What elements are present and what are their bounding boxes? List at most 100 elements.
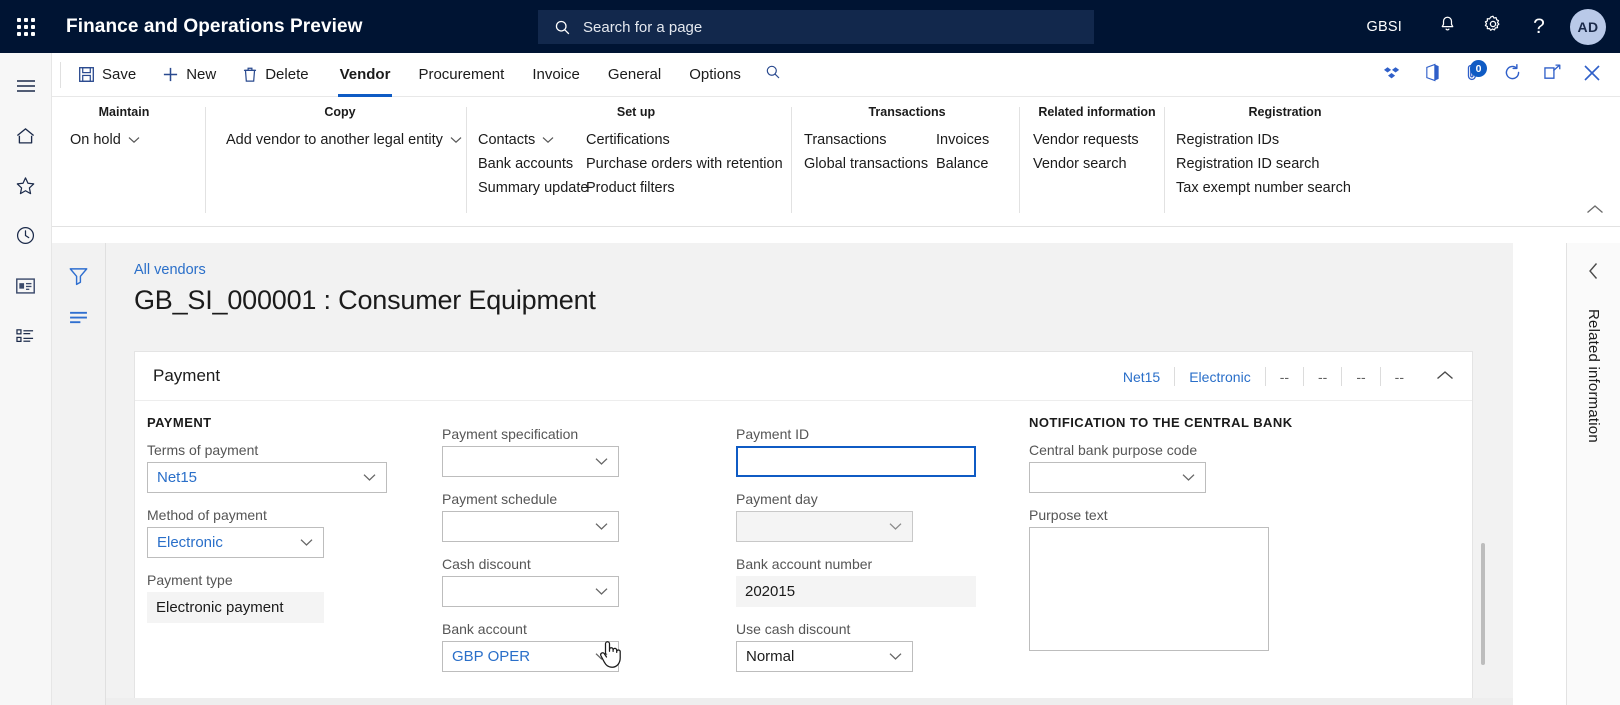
chevron-down-icon[interactable] [591, 512, 611, 541]
open-in-new-window-button[interactable] [1532, 53, 1572, 97]
field-bank-account-number-label: Bank account number [736, 556, 873, 572]
notification-group-header: NOTIFICATION TO THE CENTRAL BANK [1029, 415, 1293, 430]
filter-rail [52, 243, 106, 705]
ribbon-item-transactions[interactable]: Transactions [798, 128, 930, 152]
payment-fasttab-header[interactable]: Payment Net15 Electronic -- -- -- -- [135, 352, 1472, 401]
search-input[interactable] [583, 18, 1043, 36]
payment-specification-combobox[interactable] [442, 446, 619, 477]
use-cash-discount-combobox[interactable]: Normal [736, 641, 913, 672]
ribbon-item-tax-exempt-number-search[interactable]: Tax exempt number search [1170, 176, 1361, 200]
sidebar-item-recent[interactable] [0, 213, 52, 263]
ribbon-item-balance[interactable]: Balance [930, 152, 999, 176]
help-button[interactable]: ? [1516, 0, 1562, 53]
search-icon [765, 64, 781, 85]
star-icon [15, 176, 36, 201]
chevron-down-icon[interactable] [591, 447, 611, 476]
ribbon-item-vendor-search[interactable]: Vendor search [1027, 152, 1149, 176]
ribbon-collapse-button[interactable] [1578, 198, 1612, 224]
chevron-down-icon[interactable] [591, 642, 611, 671]
global-search-box[interactable] [538, 10, 1094, 44]
content-vertical-scrollbar[interactable] [1481, 543, 1485, 665]
save-disk-icon [78, 66, 95, 83]
purpose-text-textarea[interactable] [1029, 527, 1269, 651]
avatar[interactable]: AD [1570, 8, 1606, 45]
tab-vendor[interactable]: Vendor [326, 53, 405, 97]
bank-account-combobox[interactable]: GBP OPER [442, 641, 619, 672]
tab-general[interactable]: General [594, 53, 675, 97]
power-apps-button[interactable] [1372, 53, 1412, 97]
gear-icon [1483, 14, 1503, 39]
office-app-button[interactable] [1412, 53, 1452, 97]
filter-list-button[interactable] [56, 299, 102, 341]
ribbon-item-vendor-requests[interactable]: Vendor requests [1027, 128, 1149, 152]
field-cash-discount-label: Cash discount [442, 556, 531, 572]
sidebar-item-favorites[interactable] [0, 163, 52, 213]
payment-id-input[interactable] [736, 446, 976, 477]
close-button[interactable] [1572, 53, 1612, 97]
chevron-down-icon[interactable] [359, 463, 379, 492]
ribbon-divider [466, 107, 467, 213]
new-button[interactable]: New [149, 53, 229, 97]
cash-discount-combobox[interactable] [442, 576, 619, 607]
chevron-down-icon[interactable] [885, 512, 905, 541]
sidebar-item-workspaces[interactable] [0, 263, 52, 313]
ribbon-item-certifications[interactable]: Certifications [580, 128, 793, 152]
method-of-payment-combobox[interactable]: Electronic [147, 527, 324, 558]
delete-button[interactable]: Delete [229, 53, 321, 97]
sidebar-item-home[interactable] [0, 113, 52, 163]
chevron-down-icon[interactable] [296, 528, 316, 557]
payment-type-value: Electronic payment [156, 599, 284, 616]
ribbon-item-registration-id-search-label: Registration ID search [1176, 156, 1320, 172]
ribbon-item-purchase-orders-with-retention[interactable]: Purchase orders with retention [580, 152, 793, 176]
related-information-expand-button[interactable] [1579, 259, 1609, 287]
ribbon-divider [205, 107, 206, 213]
ribbon-item-invoices[interactable]: Invoices [930, 128, 999, 152]
chevron-down-icon[interactable] [885, 642, 905, 671]
ribbon-item-global-transactions[interactable]: Global transactions [798, 152, 930, 176]
tab-procurement[interactable]: Procurement [404, 53, 518, 97]
hamburger-menu-button[interactable] [0, 63, 52, 113]
central-bank-purpose-code-combobox[interactable] [1029, 462, 1206, 493]
ribbon-item-contacts[interactable]: Contacts [472, 128, 580, 152]
sidebar-item-modules[interactable] [0, 313, 52, 363]
ribbon-item-invoices-label: Invoices [936, 132, 990, 148]
command-search-button[interactable] [755, 53, 791, 97]
summary-method-of-payment[interactable]: Electronic [1175, 369, 1264, 385]
ribbon-item-product-filters[interactable]: Product filters [580, 176, 793, 200]
payment-day-combobox[interactable] [736, 511, 913, 542]
refresh-button[interactable] [1492, 53, 1532, 97]
chevron-down-icon[interactable] [591, 577, 611, 606]
ribbon-item-on-hold[interactable]: On hold [64, 128, 150, 152]
app-launcher-button[interactable] [0, 0, 52, 53]
summary-terms-of-payment[interactable]: Net15 [1109, 369, 1174, 385]
chevron-down-icon[interactable] [1178, 463, 1198, 492]
payment-schedule-combobox[interactable] [442, 511, 619, 542]
command-bar-right-group: 0 [1372, 53, 1620, 97]
ribbon-item-product-filters-label: Product filters [586, 180, 675, 196]
notifications-button[interactable] [1424, 0, 1470, 53]
filter-button[interactable] [56, 257, 102, 299]
ribbon-group-maintain: Maintain On hold [64, 105, 184, 215]
field-purpose-text: Purpose text [1029, 507, 1289, 651]
field-payment-specification: Payment specification [442, 426, 642, 477]
ribbon-item-registration-id-search[interactable]: Registration ID search [1170, 152, 1361, 176]
content-horizontal-scrollbar[interactable] [106, 698, 1513, 705]
company-selector[interactable]: GBSI [1367, 19, 1402, 35]
settings-button[interactable] [1470, 0, 1516, 53]
field-use-cash-discount: Use cash discount Normal [736, 621, 986, 672]
breadcrumb[interactable]: All vendors [134, 262, 206, 278]
tab-invoice[interactable]: Invoice [518, 53, 594, 97]
terms-of-payment-combobox[interactable]: Net15 [147, 462, 387, 493]
tab-invoice-label: Invoice [532, 66, 580, 83]
ribbon-item-bank-accounts[interactable]: Bank accounts [472, 152, 580, 176]
related-information-label[interactable]: Related information [1585, 309, 1602, 443]
ribbon-group-transactions: Transactions Transactions Global transac… [798, 105, 1016, 215]
save-button[interactable]: Save [65, 53, 149, 97]
payment-fasttab-collapse-button[interactable] [1430, 363, 1460, 391]
ribbon-item-add-vendor-to-another-legal-entity[interactable]: Add vendor to another legal entity [220, 128, 472, 152]
attachments-button[interactable]: 0 [1452, 53, 1492, 97]
ribbon-item-registration-ids[interactable]: Registration IDs [1170, 128, 1361, 152]
tab-options[interactable]: Options [675, 53, 755, 97]
ribbon-item-summary-update[interactable]: Summary update [472, 176, 588, 200]
field-payment-day-label: Payment day [736, 491, 818, 507]
